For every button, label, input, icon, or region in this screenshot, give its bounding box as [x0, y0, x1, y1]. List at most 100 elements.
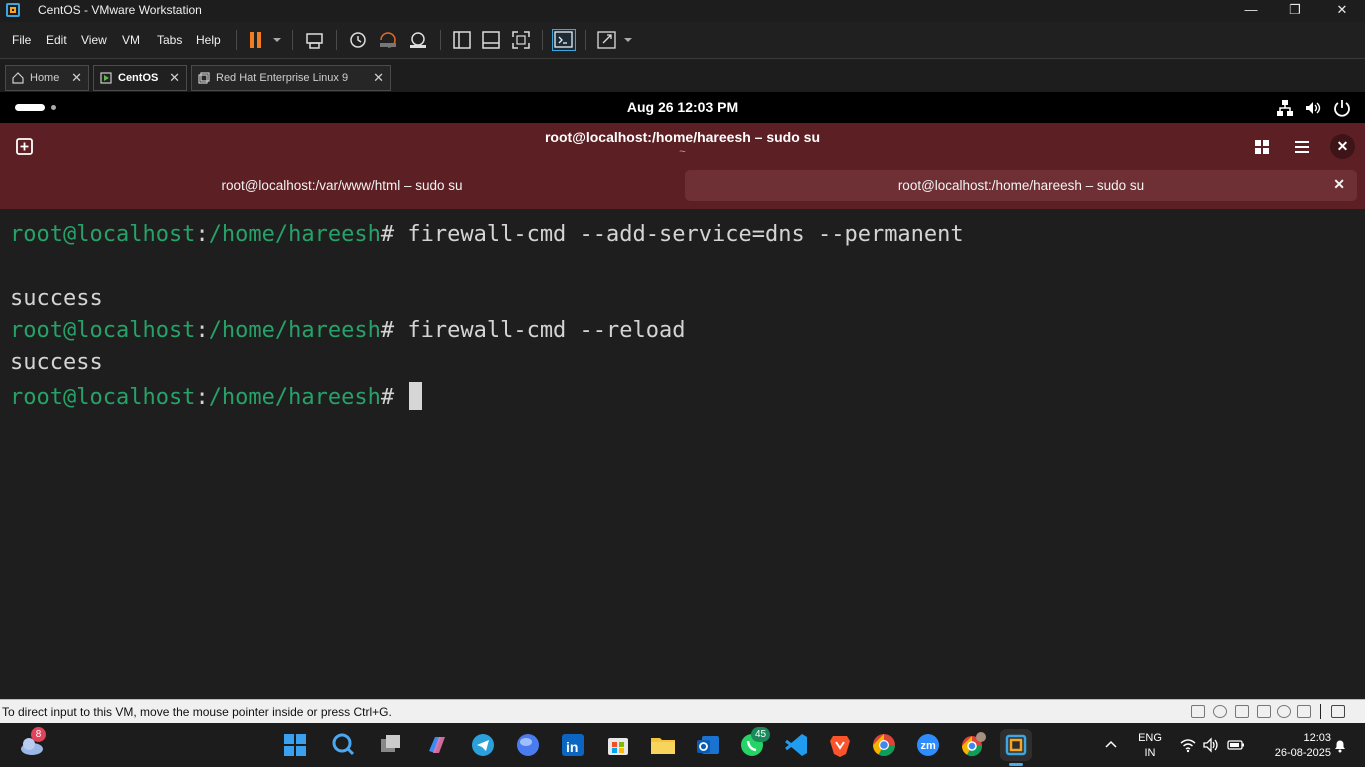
- menu-tabs[interactable]: Tabs: [157, 33, 182, 47]
- windows-start-icon[interactable]: [279, 729, 311, 761]
- microsoft-store-icon[interactable]: [602, 729, 634, 761]
- command-text: #: [380, 385, 408, 410]
- toolbar-divider: [585, 30, 586, 50]
- prompt-user: root@localhost: [10, 318, 196, 343]
- telegram-icon[interactable]: [467, 729, 499, 761]
- terminal-line: root@localhost:/home/hareesh# firewall-c…: [10, 222, 964, 248]
- console-view-icon[interactable]: [552, 29, 576, 51]
- hard-disk-icon[interactable]: [1191, 705, 1205, 718]
- pause-icon[interactable]: [246, 30, 268, 50]
- prompt-user: root@localhost: [10, 385, 196, 410]
- snapshot-manager-icon[interactable]: [407, 30, 429, 50]
- minimize-button[interactable]: —: [1228, 0, 1274, 22]
- terminal-tab-var-www[interactable]: root@localhost:/var/www/html – sudo su: [8, 170, 676, 201]
- cd-dvd-icon[interactable]: [1213, 705, 1227, 718]
- wifi-icon[interactable]: [1180, 737, 1196, 753]
- terminal-line: root@localhost:/home/hareesh# firewall-c…: [10, 318, 686, 344]
- stretch-guest-icon[interactable]: [596, 30, 618, 50]
- menu-help[interactable]: Help: [196, 33, 221, 47]
- close-window-button[interactable]: ✕: [1319, 0, 1365, 22]
- toolbar-divider: [336, 30, 337, 50]
- chrome-icon[interactable]: [868, 729, 900, 761]
- home-icon: [12, 72, 24, 84]
- prompt-path: /home/hareesh: [208, 222, 381, 247]
- hamburger-menu-icon[interactable]: [1290, 135, 1314, 159]
- tab-centos[interactable]: CentOS ✕: [93, 65, 187, 91]
- menu-toolbar: File Edit View VM Tabs Help: [0, 22, 1365, 58]
- brave-icon[interactable]: [824, 729, 856, 761]
- svg-text:in: in: [566, 739, 578, 755]
- chrome-profile-icon[interactable]: [957, 729, 989, 761]
- chevron-down-icon[interactable]: [268, 30, 290, 50]
- status-divider: [1320, 704, 1321, 719]
- battery-icon[interactable]: [1227, 738, 1245, 752]
- taskbar-date: 26-08-2025: [1274, 747, 1331, 759]
- tab-home[interactable]: Home ✕: [5, 65, 89, 91]
- menu-file[interactable]: File: [12, 33, 31, 47]
- window-titlebar: CentOS - VMware Workstation — ❐ ✕: [0, 0, 1365, 22]
- sound-card-icon[interactable]: [1277, 705, 1291, 718]
- text-cursor: [409, 382, 423, 410]
- copilot-icon[interactable]: [421, 729, 453, 761]
- chevron-down-icon[interactable]: [619, 30, 641, 50]
- terminal-header: root@localhost:/home/hareesh – sudo su ~…: [0, 123, 1365, 209]
- terminal-output[interactable]: root@localhost:/home/hareesh # firewall-c…: [0, 209, 1365, 699]
- command-text: # firewall-cmd --reload: [380, 318, 686, 343]
- toolbar-divider: [542, 30, 543, 50]
- vscode-icon[interactable]: [780, 729, 812, 761]
- menu-view[interactable]: View: [81, 33, 107, 47]
- show-library-icon[interactable]: [451, 30, 473, 50]
- revert-snapshot-icon[interactable]: [377, 30, 399, 50]
- outlook-icon[interactable]: [692, 729, 724, 761]
- tab-overview-icon[interactable]: [1250, 135, 1274, 159]
- vmware-status-bar: To direct input to this VM, move the mou…: [0, 699, 1365, 723]
- power-icon[interactable]: [1333, 99, 1351, 117]
- command-output: success: [10, 286, 103, 311]
- display-icon[interactable]: [1297, 705, 1311, 718]
- volume-icon[interactable]: [1304, 99, 1322, 117]
- linkedin-icon[interactable]: in: [557, 729, 589, 761]
- close-terminal-tab-button[interactable]: ✕: [1333, 176, 1345, 193]
- command-output: success: [10, 350, 103, 375]
- menu-vm[interactable]: VM: [122, 33, 140, 47]
- network-adapter-icon[interactable]: [1235, 705, 1249, 718]
- chevron-up-icon[interactable]: [1103, 737, 1119, 753]
- gnome-top-bar: Aug 26 12:03 PM: [0, 92, 1365, 123]
- restore-button[interactable]: ❐: [1272, 0, 1318, 22]
- terminal-tab-label: root@localhost:/home/hareesh – sudo su: [897, 178, 1145, 193]
- send-ctrl-alt-del-icon[interactable]: [304, 30, 326, 50]
- network-icon[interactable]: [1276, 99, 1294, 117]
- zoom-icon[interactable]: zm: [912, 729, 944, 761]
- vmware-taskbar-icon[interactable]: [1000, 729, 1032, 761]
- notification-icon[interactable]: [1332, 737, 1348, 753]
- language-indicator[interactable]: ENG: [1132, 731, 1168, 745]
- speaker-icon[interactable]: [1203, 737, 1219, 753]
- toolbar-divider: [440, 30, 441, 50]
- terminal-subtitle: ~: [679, 146, 686, 158]
- tab-label: CentOS: [118, 72, 159, 84]
- usb-icon[interactable]: [1257, 705, 1271, 718]
- browser-globe-icon[interactable]: [512, 729, 544, 761]
- file-explorer-icon[interactable]: [647, 729, 679, 761]
- gnome-clock[interactable]: Aug 26 12:03 PM: [0, 99, 1365, 115]
- menu-edit[interactable]: Edit: [46, 33, 67, 47]
- message-log-icon[interactable]: [1331, 705, 1345, 718]
- full-screen-icon[interactable]: [510, 30, 532, 50]
- task-view-icon[interactable]: [375, 729, 407, 761]
- close-tab-button[interactable]: ✕: [71, 70, 82, 86]
- close-tab-button[interactable]: ✕: [169, 70, 180, 86]
- close-terminal-button[interactable]: ✕: [1330, 134, 1355, 159]
- vm-running-icon: [100, 72, 112, 84]
- prompt-separator: :: [195, 222, 209, 247]
- terminal-tab-label: root@localhost:/var/www/html – sudo su: [221, 178, 463, 193]
- search-icon[interactable]: [327, 729, 359, 761]
- vm-tab-strip: Home ✕ CentOS ✕ Red Hat Enterprise Linux…: [0, 58, 1365, 93]
- terminal-line: success: [10, 350, 103, 376]
- terminal-tab-home-hareesh[interactable]: root@localhost:/home/hareesh – sudo su ✕: [685, 170, 1357, 201]
- taskbar-time[interactable]: 12:03: [1255, 731, 1331, 745]
- window-title: CentOS - VMware Workstation: [38, 3, 202, 17]
- close-tab-button[interactable]: ✕: [373, 70, 384, 86]
- tab-rhel9[interactable]: Red Hat Enterprise Linux 9 ✕: [191, 65, 391, 91]
- snapshot-icon[interactable]: [347, 30, 369, 50]
- thumbnail-bar-icon[interactable]: [480, 30, 502, 50]
